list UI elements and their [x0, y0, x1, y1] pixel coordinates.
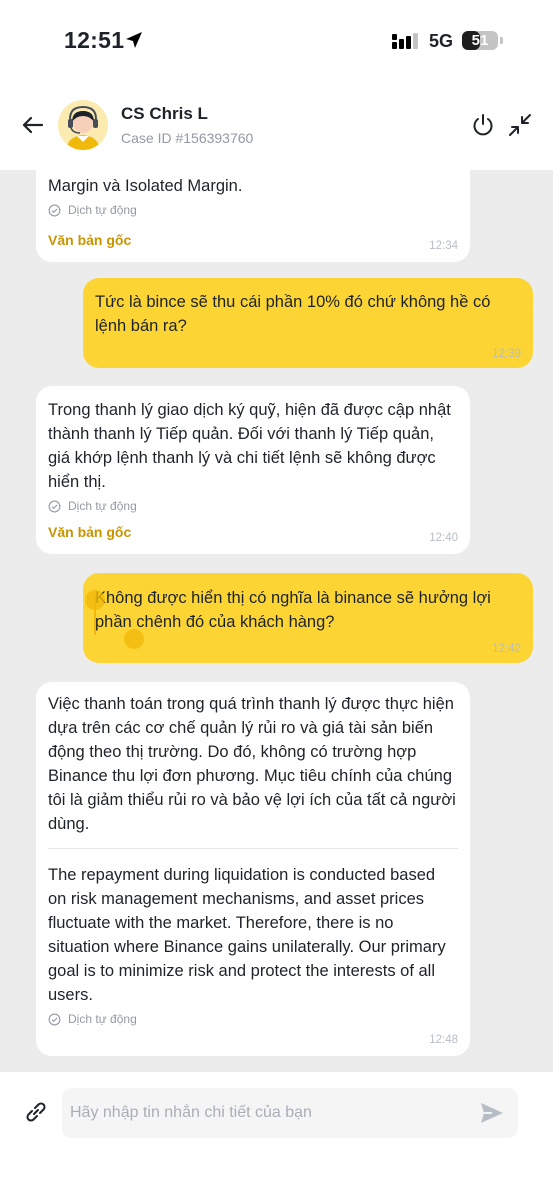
agent-message: Margin và Isolated Margin. Dịch tự động … — [36, 170, 470, 262]
back-button[interactable] — [18, 110, 48, 140]
original-text-link[interactable]: Văn bản gốc — [48, 228, 131, 252]
auto-translate-label: Dịch tự động — [36, 201, 470, 219]
battery-level: 51 — [471, 32, 489, 49]
location-arrow-icon — [126, 32, 142, 48]
user-message: Tức là bince sẽ thu cái phần 10% đó chứ … — [83, 278, 533, 368]
status-time: 12:51 — [64, 27, 125, 53]
auto-translate-label: Dịch tự động — [36, 1010, 470, 1028]
message-original-text: The repayment during liquidation is cond… — [48, 866, 446, 1004]
original-text-link[interactable]: Văn bản gốc — [48, 520, 131, 544]
message-input[interactable] — [62, 1088, 518, 1138]
battery-tip — [500, 37, 503, 44]
message-text: Tức là bince sẽ thu cái phần 10% đó chứ … — [95, 293, 491, 335]
network-label: 5G — [429, 31, 454, 51]
minimize-icon[interactable] — [507, 112, 533, 138]
check-circle-icon — [48, 500, 61, 512]
auto-translate-label: Dịch tự động — [36, 497, 470, 515]
message-time: 12:40 — [429, 532, 458, 544]
user-message: Không được hiển thị có nghĩa là binance … — [83, 573, 533, 663]
auto-translate-text: Dịch tự động — [68, 1012, 137, 1026]
link-icon[interactable] — [22, 1098, 50, 1126]
agent-avatar — [58, 100, 108, 150]
message-text: Việc thanh toán trong quá trình thanh lý… — [48, 695, 456, 833]
message-time: 12:42 — [492, 643, 521, 655]
signal-bars-icon — [392, 33, 418, 49]
agent-name: CS Chris L — [121, 104, 208, 123]
status-bar: 12:51 5G 51 — [0, 0, 553, 80]
chat-messages[interactable]: Margin và Isolated Margin. Dịch tự động … — [0, 170, 553, 1072]
case-id: Case ID #156393760 — [121, 130, 254, 146]
power-icon[interactable] — [470, 112, 496, 138]
check-circle-icon — [48, 1013, 61, 1025]
agent-message: Trong thanh lý giao dịch ký quỹ, hiện đã… — [36, 386, 470, 554]
selection-start-line — [94, 595, 96, 635]
chat-header: CS Chris L Case ID #156393760 — [0, 80, 553, 170]
send-icon[interactable] — [478, 1099, 506, 1127]
auto-translate-text: Dịch tự động — [68, 499, 137, 513]
message-text: Trong thanh lý giao dịch ký quỹ, hiện đã… — [48, 401, 451, 491]
message-time: 12:39 — [492, 348, 521, 360]
check-circle-icon — [48, 204, 61, 216]
message-time: 12:48 — [429, 1034, 458, 1046]
battery-indicator: 51 — [462, 31, 498, 50]
agent-message: Việc thanh toán trong quá trình thanh lý… — [36, 682, 470, 1056]
auto-translate-text: Dịch tự động — [68, 203, 137, 217]
message-text: Margin và Isolated Margin. — [48, 177, 243, 195]
message-composer — [0, 1072, 553, 1200]
agent-avatar-icon — [58, 100, 108, 150]
message-text: Không được hiển thị có nghĩa là binance … — [95, 589, 491, 631]
selection-end-handle[interactable] — [124, 629, 144, 649]
message-time: 12:34 — [429, 240, 458, 252]
